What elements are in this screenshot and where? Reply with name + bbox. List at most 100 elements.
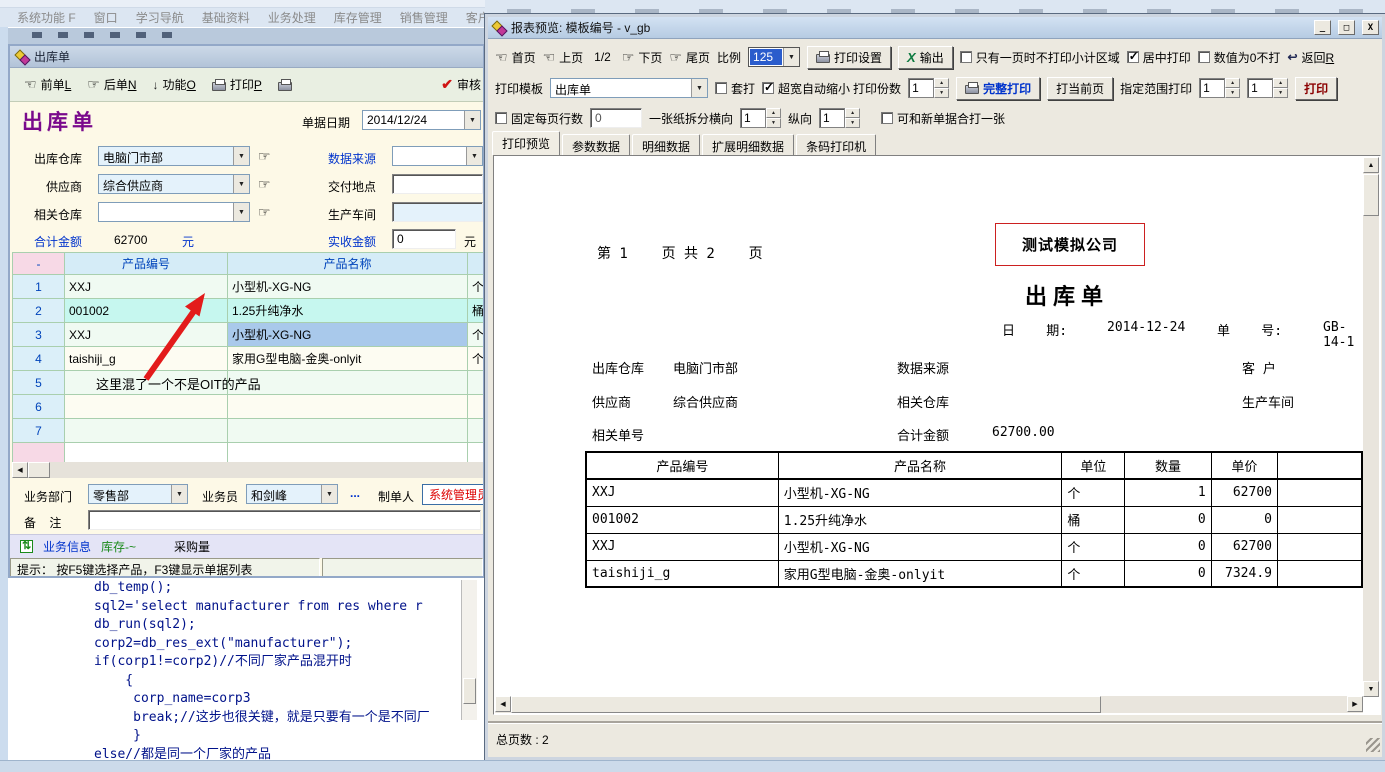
resize-grip[interactable] — [1366, 738, 1380, 752]
spin-down-icon[interactable] — [766, 118, 781, 128]
print-current-button[interactable]: 打当前页 — [1047, 77, 1113, 100]
spin-down-icon[interactable] — [934, 88, 949, 98]
dropdown-arrow-icon[interactable] — [321, 485, 337, 503]
dropdown-arrow-icon[interactable] — [171, 485, 187, 503]
zoom-combo[interactable]: 125 — [748, 47, 800, 67]
spin-down-icon[interactable] — [845, 118, 860, 128]
dropdown-arrow-icon[interactable] — [783, 48, 799, 66]
scrollbar-thumb[interactable] — [463, 678, 476, 704]
checkbox-icon[interactable] — [1198, 51, 1210, 63]
scroll-up-icon[interactable]: ▲ — [1363, 157, 1379, 173]
scroll-down-icon[interactable]: ▼ — [1363, 681, 1379, 697]
prev-doc-button[interactable]: 前单L — [24, 76, 71, 93]
range-to-spinner[interactable]: 1 — [1247, 78, 1288, 98]
tab-print-preview[interactable]: 打印预览 — [492, 131, 560, 155]
spin-up-icon[interactable] — [766, 108, 781, 118]
next-page-button[interactable]: 下页 — [622, 49, 663, 66]
last-page-button[interactable]: 尾页 — [669, 49, 710, 66]
dropdown-arrow-icon[interactable] — [464, 111, 480, 129]
warehouse-combo[interactable]: 电脑门市部 — [98, 146, 250, 166]
dropdown-arrow-icon[interactable] — [691, 79, 707, 97]
function-button[interactable]: 功能O — [153, 76, 196, 93]
dept-combo[interactable]: 零售部 — [88, 484, 188, 504]
refresh-icon[interactable] — [20, 540, 33, 553]
outbound-window-titlebar[interactable]: 出库单 — [10, 46, 483, 68]
next-doc-button[interactable]: 后单N — [87, 76, 136, 93]
grid-row[interactable]: 6 — [13, 395, 484, 419]
checkbox-icon[interactable] — [495, 112, 507, 124]
spin-up-icon[interactable] — [1273, 78, 1288, 88]
spin-down-icon[interactable] — [1225, 88, 1240, 98]
spin-up-icon[interactable] — [845, 108, 860, 118]
copies-spinner[interactable]: 1 — [908, 78, 949, 98]
dropdown-arrow-icon[interactable] — [233, 175, 249, 193]
checkbox-icon[interactable] — [881, 112, 893, 124]
grid-row[interactable]: 4taishiji_g家用G型电脑-金奥-onlyit个 — [13, 347, 484, 371]
menu-base-data[interactable]: 基础资料 — [193, 7, 259, 28]
spin-down-icon[interactable] — [1273, 88, 1288, 98]
preview-hscrollbar[interactable]: ◀ ▶ — [495, 696, 1363, 713]
dropdown-arrow-icon[interactable] — [233, 203, 249, 221]
scrollbar-thumb[interactable] — [28, 462, 50, 478]
return-button[interactable]: 返回R — [1287, 49, 1334, 66]
merge-print-checkbox[interactable]: 可和新单据合打一张 — [881, 110, 1005, 127]
grid-append-row[interactable] — [13, 443, 484, 463]
remark-input[interactable] — [88, 510, 481, 530]
purchase-qty-label[interactable]: 采购量 — [174, 538, 210, 555]
minimize-button[interactable]: _ — [1314, 20, 1331, 35]
supplier-combo[interactable]: 综合供应商 — [98, 174, 250, 194]
lookup-hand-icon[interactable] — [258, 148, 271, 165]
menu-window[interactable]: 窗口 — [85, 7, 127, 28]
grid-row[interactable]: 20010021.25升纯净水桶 — [13, 299, 484, 323]
menu-sales[interactable]: 销售管理 — [391, 7, 457, 28]
grid-hscrollbar[interactable]: ◀ — [12, 462, 483, 478]
split-v-spinner[interactable]: 1 — [819, 108, 860, 128]
audit-button[interactable]: 审核 — [441, 76, 481, 93]
code-editor-panel[interactable]: db_temp(); sql2='select manufacturer fro… — [8, 578, 478, 762]
spin-up-icon[interactable] — [934, 78, 949, 88]
preview-vscrollbar[interactable]: ▲ ▼ — [1363, 157, 1379, 697]
checkbox-icon[interactable] — [960, 51, 972, 63]
spin-up-icon[interactable] — [1225, 78, 1240, 88]
auto-shrink-checkbox[interactable]: 超宽自动缩小 — [762, 80, 850, 97]
no-subtotal-checkbox[interactable]: 只有一页时不打印小计区域 — [960, 49, 1120, 66]
grid-row[interactable]: 3XXJ小型机-XG-NG个 — [13, 323, 484, 347]
business-info-link[interactable]: 业务信息 — [43, 538, 91, 555]
checkbox-icon[interactable] — [1127, 51, 1139, 63]
lookup-hand-icon[interactable] — [258, 204, 271, 221]
delivery-input[interactable] — [392, 174, 483, 194]
fixed-rows-checkbox[interactable]: 固定每页行数 — [495, 110, 583, 127]
tab-ext-detail-data[interactable]: 扩展明细数据 — [702, 134, 794, 155]
code-vscrollbar[interactable] — [461, 580, 477, 720]
center-print-checkbox[interactable]: 居中打印 — [1127, 49, 1191, 66]
print-setup-button[interactable]: 打印设置 — [807, 46, 891, 69]
range-from-spinner[interactable]: 1 — [1199, 78, 1240, 98]
report-window-titlebar[interactable]: 报表预览: 模板编号 - v_gb _ □ X — [488, 17, 1382, 39]
menu-inventory[interactable]: 库存管理 — [325, 7, 391, 28]
scrollbar-thumb[interactable] — [1363, 174, 1379, 216]
split-h-spinner[interactable]: 1 — [740, 108, 781, 128]
received-input[interactable]: 0 — [392, 229, 456, 249]
template-combo[interactable]: 出库单 — [550, 78, 708, 98]
grid-row[interactable]: 1XXJ小型机-XG-NG个 — [13, 275, 484, 299]
lookup-hand-icon[interactable] — [258, 176, 271, 193]
overlay-print-checkbox[interactable]: 套打 — [715, 80, 755, 97]
grid-col-unit[interactable]: 单 — [468, 253, 484, 275]
menu-system[interactable]: 系统功能 F — [8, 7, 85, 28]
scrollbar-thumb[interactable] — [511, 696, 1101, 713]
checkbox-icon[interactable] — [762, 82, 774, 94]
dropdown-arrow-icon[interactable] — [233, 147, 249, 165]
first-page-button[interactable]: 首页 — [495, 49, 536, 66]
dropdown-arrow-icon[interactable] — [466, 147, 482, 165]
grid-col-name[interactable]: 产品名称 — [228, 253, 468, 275]
grid-corner-cell[interactable]: - — [13, 253, 65, 275]
full-print-button[interactable]: 完整打印 — [956, 77, 1040, 100]
date-combo[interactable]: 2014/12/24 — [362, 110, 481, 130]
zero-skip-checkbox[interactable]: 数值为0不打 — [1198, 49, 1281, 66]
export-button[interactable]: 输出 — [898, 46, 953, 69]
close-button[interactable]: X — [1362, 20, 1379, 35]
scroll-left-icon[interactable]: ◀ — [495, 696, 511, 712]
fixed-rows-input[interactable]: 0 — [590, 108, 642, 128]
menu-learning[interactable]: 学习导航 — [127, 7, 193, 28]
scroll-right-icon[interactable]: ▶ — [1347, 696, 1363, 712]
